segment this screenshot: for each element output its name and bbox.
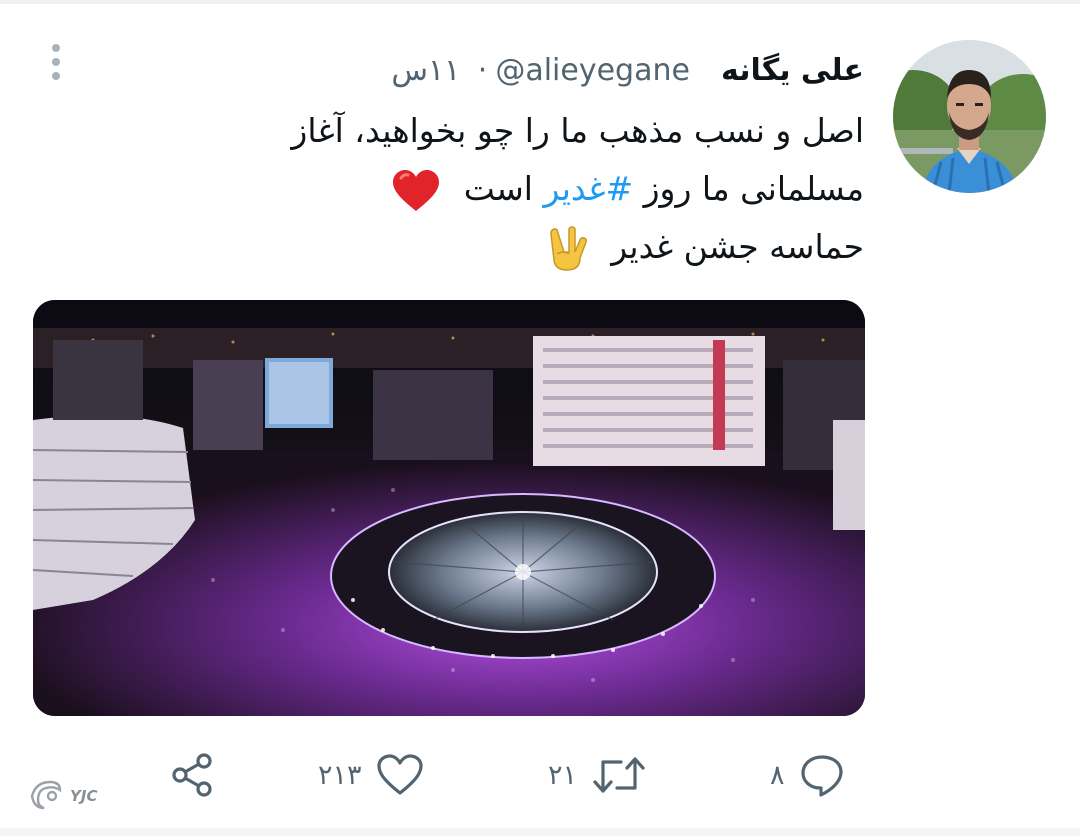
heart-outline-icon xyxy=(376,752,424,798)
tweet-line-1: اصل و نسب مذهب ما را چو بخواهید، آغاز xyxy=(291,111,864,150)
red-heart-icon xyxy=(391,169,441,213)
user-handle[interactable]: @alieyegane xyxy=(495,53,711,88)
retweet-icon xyxy=(591,752,647,798)
hashtag-link[interactable]: #غدیر xyxy=(543,169,633,208)
timestamp[interactable]: ۱۱س xyxy=(391,53,460,88)
retweet-count: ۲۱ xyxy=(548,759,578,791)
watermark-text: YJC xyxy=(70,787,98,805)
tweet-text: اصل و نسب مذهب ما را چو بخواهید، آغاز مس… xyxy=(124,102,864,276)
tweet-header: علی یگانه @alieyegane · ۱۱س xyxy=(104,44,864,98)
tweet-photo[interactable] xyxy=(33,300,865,716)
like-count: ۲۱۳ xyxy=(318,759,362,791)
handle-text: @alieyegane xyxy=(495,53,690,88)
like-button[interactable]: ۲۱۳ xyxy=(318,740,424,810)
watermark: YJC xyxy=(26,776,97,816)
separator-dot: · xyxy=(477,53,488,88)
tweet-actions: ۸ ۲۱ ۲۱۳ xyxy=(0,740,1080,810)
tweet-line-2-suffix: است xyxy=(463,169,533,208)
bottom-divider xyxy=(0,828,1080,836)
reply-count: ۸ xyxy=(770,759,785,791)
top-divider xyxy=(0,0,1080,4)
more-options-icon[interactable] xyxy=(40,40,72,84)
tweet-line-2-prefix: مسلمانی ما روز xyxy=(643,169,864,208)
yjc-logo-icon xyxy=(26,776,66,816)
tweet-line-3-text: حماسه جشن غدیر xyxy=(611,227,864,266)
reply-button[interactable]: ۸ xyxy=(770,740,845,810)
share-button[interactable] xyxy=(168,740,216,810)
tweet-line-2: مسلمانی ما روز #غدیر است xyxy=(124,160,864,218)
tweet-line-3: حماسه جشن غدیر xyxy=(124,218,864,276)
avatar[interactable] xyxy=(893,40,1046,193)
retweet-button[interactable]: ۲۱ xyxy=(548,740,647,810)
display-name[interactable]: علی یگانه xyxy=(721,53,864,88)
reply-icon xyxy=(799,752,845,798)
share-icon xyxy=(168,751,216,799)
victory-hand-icon xyxy=(547,225,589,272)
